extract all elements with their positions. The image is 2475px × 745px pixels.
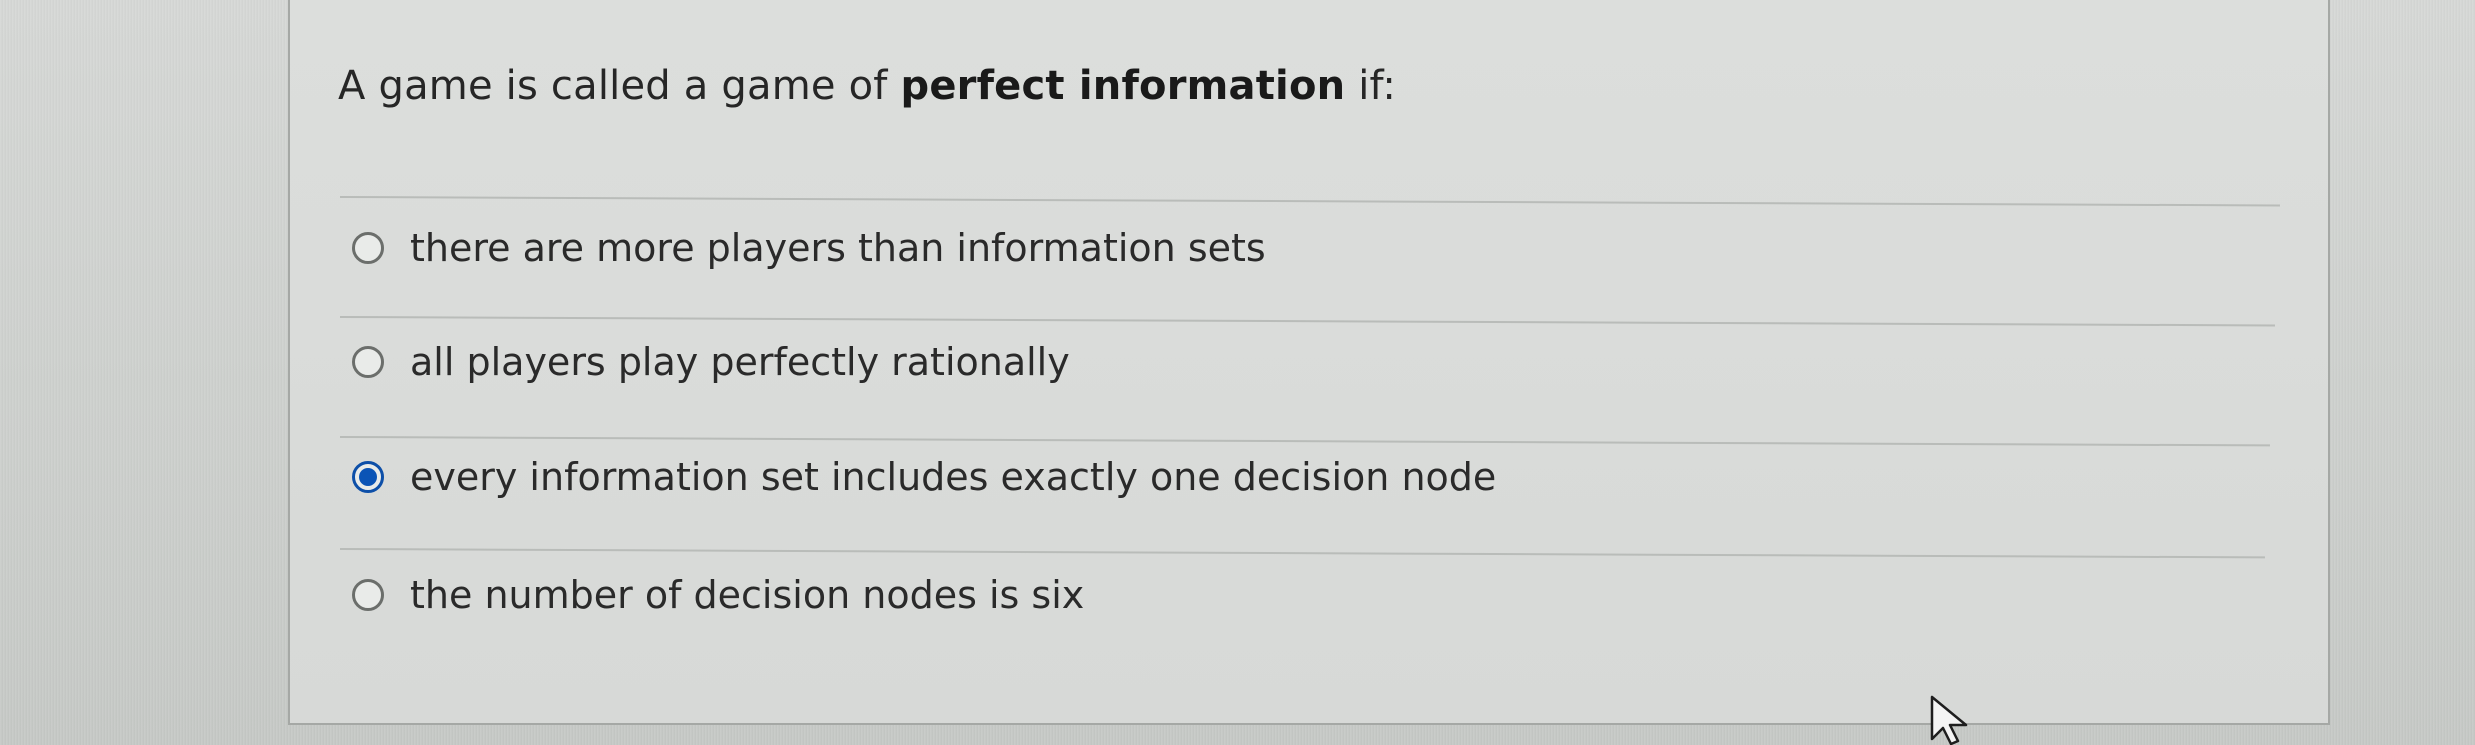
question-prompt: A game is called a game of perfect infor… [338, 62, 1396, 110]
question-emphasis: perfect information [900, 63, 1346, 109]
radio-button-option-4[interactable] [352, 579, 384, 611]
question-suffix: if: [1345, 63, 1397, 109]
answer-option-3-label: every information set includes exactly o… [410, 455, 1497, 499]
answer-option-1-label: there are more players than information … [410, 226, 1266, 270]
radio-button-option-2[interactable] [352, 346, 384, 378]
answer-option-2-label: all players play perfectly rationally [410, 340, 1070, 384]
answer-option-1[interactable]: there are more players than information … [352, 218, 1266, 278]
question-prefix: A game is called a game of [338, 63, 901, 109]
mouse-pointer-icon [1930, 695, 1968, 745]
answer-option-2[interactable]: all players play perfectly rationally [352, 332, 1070, 392]
radio-button-option-1[interactable] [352, 232, 384, 264]
answer-option-4-label: the number of decision nodes is six [410, 573, 1085, 617]
answer-option-3[interactable]: every information set includes exactly o… [352, 447, 1496, 507]
answer-option-4[interactable]: the number of decision nodes is six [352, 565, 1084, 625]
radio-button-option-3-selected[interactable] [352, 461, 384, 493]
